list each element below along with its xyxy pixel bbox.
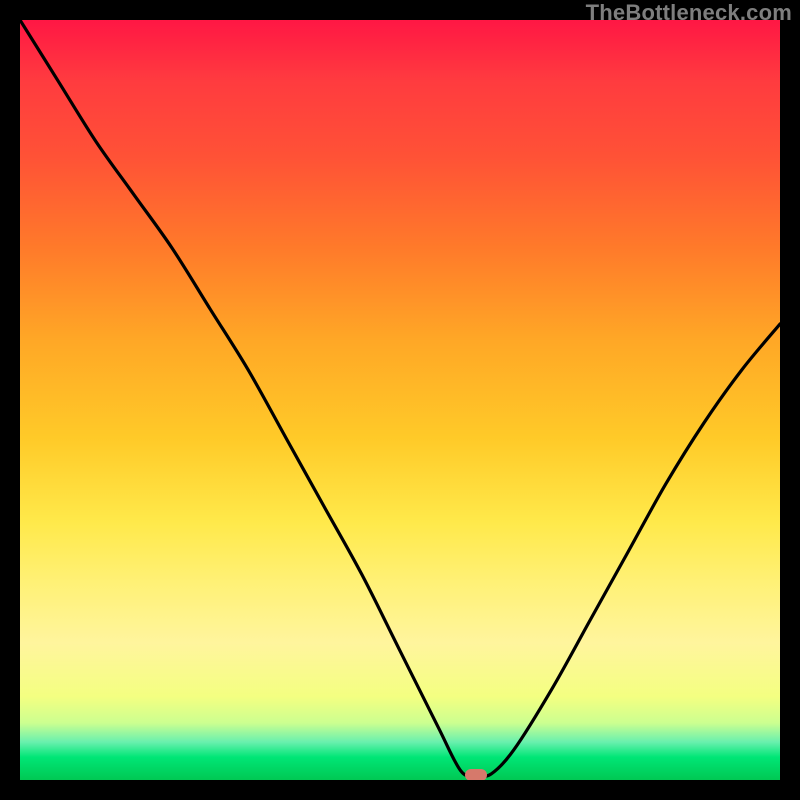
bottleneck-curve — [20, 20, 780, 780]
optimal-marker — [465, 769, 487, 780]
plot-area — [20, 20, 780, 780]
chart-frame: TheBottleneck.com — [0, 0, 800, 800]
